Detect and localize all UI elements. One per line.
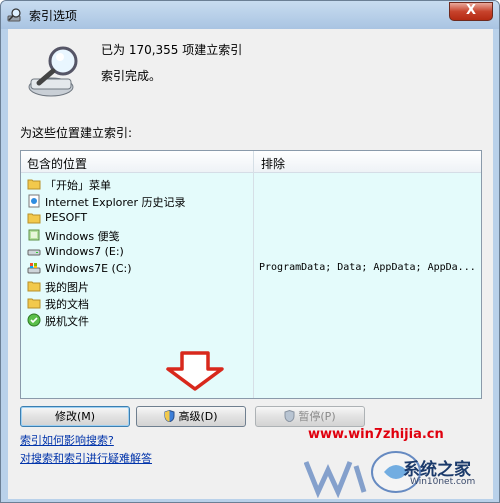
close-button[interactable]: X (449, 2, 493, 21)
location-name: Internet Explorer 历史记录 (45, 196, 186, 209)
pause-button-label: 暂停(P) (298, 410, 336, 423)
notes-icon (28, 229, 40, 241)
location-name: 「开始」菜单 (45, 179, 111, 192)
list-item[interactable]: Internet Explorer 历史记录 (25, 193, 477, 210)
list-item[interactable]: Windows7E (C:) ProgramData; Data; AppDat… (25, 261, 477, 278)
location-name: Windows 便笺 (45, 230, 120, 243)
indexed-count-text: 已为 170,355 项建立索引 (101, 43, 243, 57)
location-name: Windows7 (E:) (45, 245, 124, 258)
system-drive-icon (27, 263, 41, 274)
folder-icon (27, 213, 41, 224)
offline-files-icon (27, 313, 41, 327)
uac-shield-icon (284, 410, 295, 422)
dialog-body: 已为 170,355 项建立索引 索引完成。 为这些位置建立索引: 包含的位置 … (8, 29, 493, 499)
watermark-url: www.win7zhijia.cn (308, 427, 444, 442)
title-bar[interactable]: 索引选项 X (1, 1, 499, 29)
column-header-exclude[interactable]: 排除 (261, 155, 285, 172)
pause-button[interactable]: 暂停(P) (255, 406, 365, 427)
list-item[interactable]: 「开始」菜单 (25, 176, 477, 193)
location-name: Windows7E (C:) (45, 262, 132, 275)
indexing-magnifier-icon (28, 46, 78, 97)
folder-icon (27, 298, 41, 309)
location-name: 我的文档 (45, 298, 89, 311)
indexing-options-icon (7, 8, 21, 22)
down-arrow-annotation-icon (166, 351, 224, 391)
folder-icon (27, 281, 41, 292)
location-name: 脱机文件 (45, 315, 89, 328)
watermark-site: Win10net.com (410, 477, 476, 487)
list-item[interactable]: 我的图片 (25, 278, 477, 295)
list-header: 包含的位置 排除 (21, 151, 481, 173)
column-header-location[interactable]: 包含的位置 (27, 155, 87, 172)
list-item[interactable]: PESOFT (25, 210, 477, 227)
list-item[interactable]: 我的文档 (25, 295, 477, 312)
how-indexing-affects-search-link[interactable]: 索引如何影响搜索? (20, 432, 114, 448)
drive-icon (27, 249, 41, 256)
ie-history-icon (28, 194, 40, 208)
indexing-options-window: 索引选项 X 已为 170,355 项建立索引 索引完成。 为这些位置建立索引:… (0, 0, 500, 503)
locations-label: 为这些位置建立索引: (20, 126, 133, 140)
location-name: 我的图片 (45, 281, 89, 294)
list-item[interactable]: Windows 便笺 (25, 227, 477, 244)
list-item[interactable]: Windows7 (E:) (25, 244, 477, 261)
advanced-button-label: 高级(D) (178, 410, 218, 423)
modify-button[interactable]: 修改(M) (20, 406, 130, 427)
window-title: 索引选项 (29, 9, 78, 23)
list-item[interactable]: 脱机文件 (25, 312, 477, 329)
advanced-button[interactable]: 高级(D) (136, 406, 246, 427)
location-name: PESOFT (45, 211, 88, 224)
close-icon: X (465, 3, 477, 18)
exclusion-list: ProgramData; Data; AppData; AppDa... (259, 262, 476, 273)
uac-shield-icon (164, 410, 175, 422)
folder-icon (27, 179, 41, 190)
indexing-status-text: 索引完成。 (101, 69, 162, 83)
indexed-locations-list[interactable]: 包含的位置 排除 「开始」菜单 Internet Explorer 历史记录 P… (20, 150, 482, 399)
troubleshoot-search-link[interactable]: 对搜索和索引进行疑难解答 (20, 450, 152, 466)
